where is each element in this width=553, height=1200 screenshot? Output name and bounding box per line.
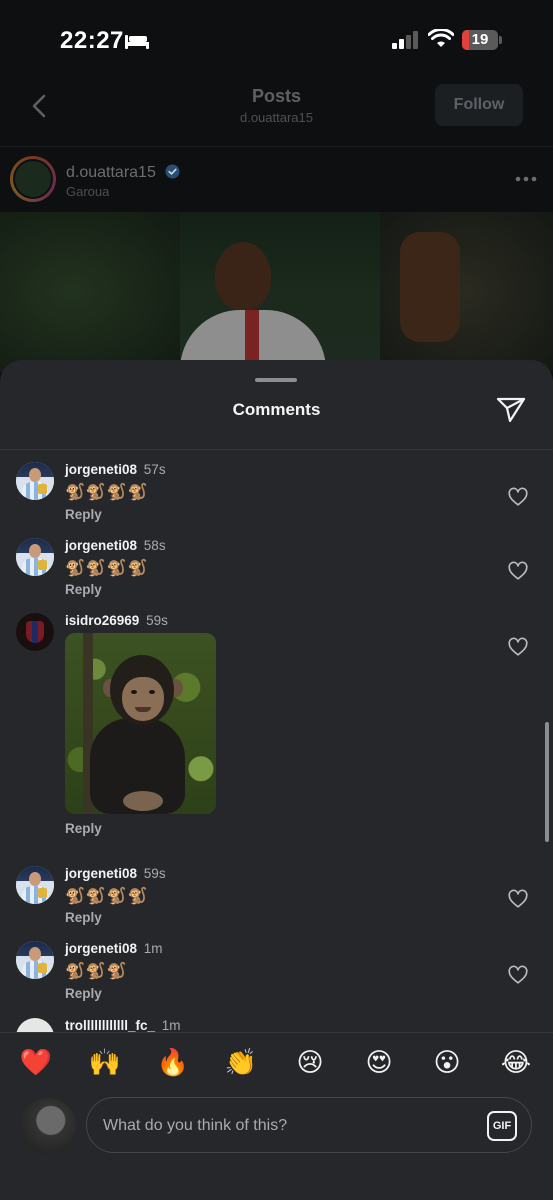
reply-button[interactable]: Reply <box>65 910 102 925</box>
comment-time: 58s <box>143 538 166 553</box>
reply-button[interactable]: Reply <box>65 986 102 1001</box>
comment-composer: What do you think of this? GIF <box>0 1090 553 1200</box>
comments-list[interactable]: jorgeneti08 57s 🐒🐒🐒🐒 Reply jorgeneti08 5… <box>0 450 553 1032</box>
signal-icon <box>392 31 418 49</box>
reply-button[interactable]: Reply <box>65 821 102 836</box>
quick-reactions-bar: ❤️ 🙌 🔥 👏 😢 😍 😮 😂 <box>0 1032 553 1090</box>
wifi-icon <box>428 29 454 47</box>
post-author-avatar[interactable] <box>10 156 56 202</box>
comment-text: 🐒🐒🐒🐒 <box>65 560 149 577</box>
comment-input[interactable]: What do you think of this? GIF <box>86 1097 532 1153</box>
comment-time: 1m <box>143 941 163 956</box>
comment-username[interactable]: jorgeneti08 <box>65 462 137 477</box>
comment-input-placeholder: What do you think of this? <box>103 1117 288 1134</box>
commenter-avatar[interactable] <box>16 1018 54 1032</box>
commenter-avatar[interactable] <box>16 462 54 500</box>
scroll-indicator[interactable] <box>545 722 549 842</box>
commenter-avatar[interactable] <box>16 866 54 904</box>
reaction-clap[interactable]: 👏 <box>223 1047 259 1079</box>
comment-username[interactable]: jorgeneti08 <box>65 866 137 881</box>
like-heart-icon[interactable] <box>507 486 529 508</box>
battery-icon: 19 <box>462 30 502 50</box>
commenter-avatar[interactable] <box>16 613 54 651</box>
comment-username[interactable]: trollllllllllll_fc_ <box>65 1018 155 1032</box>
comment-time: 59s <box>143 866 166 881</box>
post-author-username[interactable]: d.ouattara15 <box>66 164 156 182</box>
post-image[interactable] <box>0 212 553 372</box>
more-options-icon[interactable] <box>515 176 537 182</box>
status-time: 22:27 <box>60 27 124 54</box>
commenter-avatar[interactable] <box>16 538 54 576</box>
reply-button[interactable]: Reply <box>65 582 102 597</box>
page-header: Posts d.ouattara15 Follow <box>0 80 553 146</box>
comment-text: 🐒🐒🐒🐒 <box>65 888 149 905</box>
comment-text: 🐒🐒🐒🐒 <box>65 484 149 501</box>
post-location[interactable]: Garoua <box>66 184 109 199</box>
share-icon[interactable] <box>495 393 527 425</box>
chimpanzee-gif[interactable] <box>65 633 216 814</box>
reaction-heart[interactable]: ❤️ <box>18 1047 54 1079</box>
bed-icon <box>125 35 149 49</box>
reaction-laughing[interactable]: 😂 <box>498 1047 534 1079</box>
commenter-avatar[interactable] <box>16 941 54 979</box>
reply-button[interactable]: Reply <box>65 507 102 522</box>
like-heart-icon[interactable] <box>507 964 529 986</box>
comment-time: 1m <box>161 1018 181 1032</box>
status-bar: 22:27 19 <box>0 0 553 80</box>
post-author: d.ouattara15 Garoua <box>0 150 553 212</box>
comment-username[interactable]: isidro26969 <box>65 613 139 628</box>
like-heart-icon[interactable] <box>507 888 529 910</box>
header-divider <box>0 146 553 147</box>
battery-level: 19 <box>471 31 489 48</box>
comment-time: 59s <box>146 613 168 628</box>
reaction-raised-hands[interactable]: 🙌 <box>87 1047 123 1079</box>
gif-button[interactable]: GIF <box>487 1111 517 1141</box>
follow-button[interactable]: Follow <box>435 84 523 126</box>
current-user-avatar <box>20 1098 76 1154</box>
reaction-heart-eyes[interactable]: 😍 <box>361 1047 397 1079</box>
reaction-fire[interactable]: 🔥 <box>155 1047 191 1079</box>
comment-text: 🐒🐒🐒 <box>65 963 128 980</box>
like-heart-icon[interactable] <box>507 636 529 658</box>
reaction-surprised[interactable]: 😮 <box>429 1047 465 1079</box>
comments-sheet: Comments jorgeneti08 57s 🐒🐒🐒🐒 Reply jorg… <box>0 360 553 1200</box>
comments-title: Comments <box>232 400 321 419</box>
comment-time: 57s <box>143 462 166 477</box>
comment-username[interactable]: jorgeneti08 <box>65 941 137 956</box>
reaction-crying[interactable]: 😢 <box>292 1047 328 1079</box>
verified-badge-icon <box>165 164 180 179</box>
comment-username[interactable]: jorgeneti08 <box>65 538 137 553</box>
sheet-drag-handle[interactable] <box>255 378 297 382</box>
like-heart-icon[interactable] <box>507 560 529 582</box>
